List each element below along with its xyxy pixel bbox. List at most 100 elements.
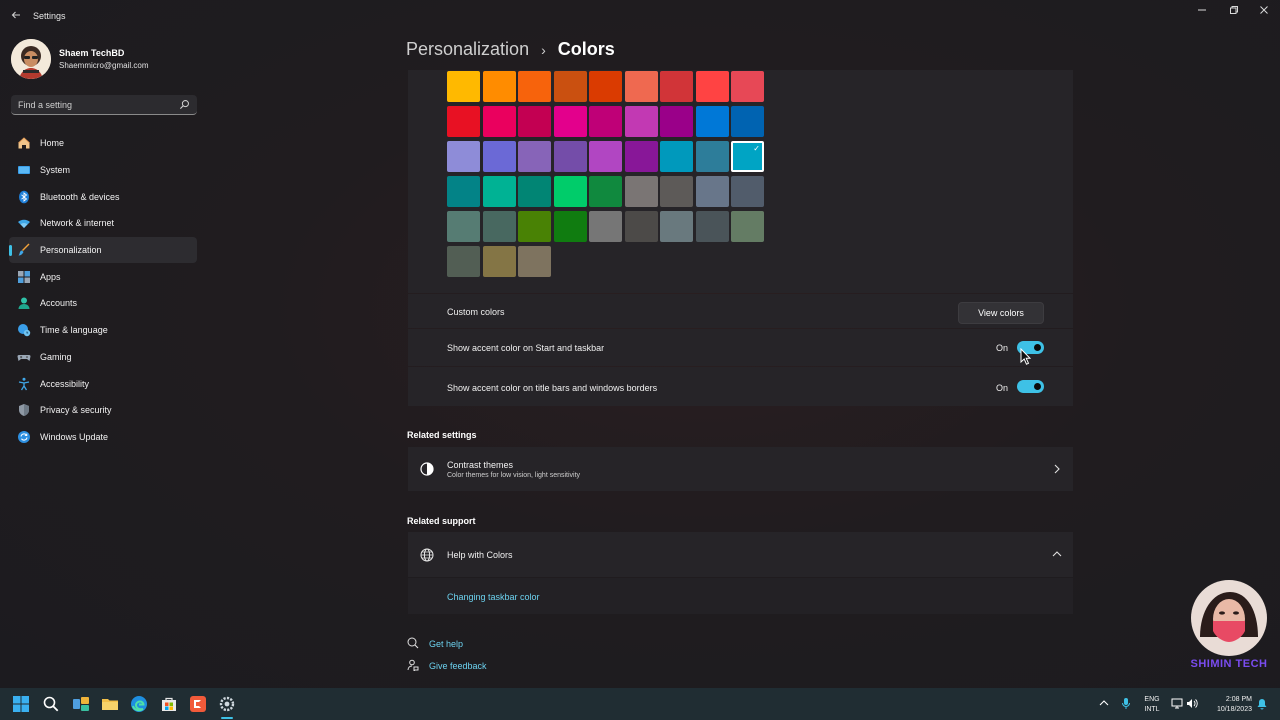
show-hidden-icons-icon[interactable] (1099, 699, 1109, 707)
clock-date[interactable]: 10/18/2023 (1206, 706, 1252, 713)
color-swatch[interactable] (731, 211, 764, 242)
color-swatch[interactable] (482, 141, 516, 172)
help-with-colors-card[interactable]: Help with Colors (408, 532, 1073, 577)
color-swatch[interactable] (589, 141, 622, 172)
sidebar-item-personalization[interactable]: Personalization (9, 236, 197, 264)
volume-icon[interactable] (1186, 698, 1198, 709)
title-bars-accent-toggle[interactable] (1017, 380, 1044, 393)
sidebar-item-windows-update[interactable]: Windows Update (9, 424, 197, 451)
color-swatch[interactable] (482, 246, 516, 277)
give-feedback-link[interactable]: Give feedback (429, 661, 487, 671)
color-swatch[interactable] (660, 211, 693, 242)
color-swatch[interactable] (553, 176, 587, 207)
avatar[interactable] (11, 39, 51, 79)
search-icon[interactable] (179, 99, 190, 110)
color-swatch[interactable] (731, 106, 764, 137)
related-settings-heading: Related settings (407, 430, 477, 440)
app-title: Settings (33, 11, 66, 21)
color-swatch[interactable] (447, 106, 480, 137)
color-swatch[interactable] (518, 71, 551, 102)
sidebar-item-bluetooth[interactable]: Bluetooth & devices (9, 183, 197, 210)
sidebar-item-system[interactable]: System (9, 157, 197, 184)
changing-taskbar-color-link[interactable]: Changing taskbar color (447, 592, 540, 602)
color-swatch[interactable] (447, 211, 480, 242)
restore-button[interactable] (1224, 5, 1244, 19)
color-swatch[interactable] (518, 246, 551, 277)
color-swatch[interactable] (553, 106, 587, 137)
sidebar-item-apps[interactable]: Apps (9, 263, 197, 290)
sidebar-item-home[interactable]: Home (9, 130, 197, 157)
color-swatch[interactable] (624, 141, 658, 172)
sidebar-item-gaming[interactable]: Gaming (9, 344, 197, 371)
color-swatch[interactable] (695, 141, 729, 172)
windows-start-icon[interactable] (12, 695, 30, 713)
sidebar-item-privacy[interactable]: Privacy & security (9, 397, 197, 424)
sidebar-item-accounts[interactable]: Accounts (9, 290, 197, 317)
sidebar-item-network[interactable]: Network & internet (9, 210, 197, 237)
color-swatch[interactable] (482, 176, 516, 207)
app-icon[interactable] (189, 695, 207, 713)
search-input[interactable] (18, 99, 178, 111)
color-swatch[interactable] (660, 71, 693, 102)
minimize-button[interactable] (1192, 5, 1212, 19)
clock-time[interactable]: 2:08 PM (1206, 696, 1252, 703)
color-swatch[interactable] (518, 141, 551, 172)
color-swatch[interactable] (660, 141, 693, 172)
close-button[interactable] (1254, 5, 1274, 19)
color-swatch[interactable] (660, 176, 693, 207)
sidebar-item-label: Network & internet (40, 218, 115, 229)
sidebar-item-accessibility[interactable]: Accessibility (9, 370, 197, 397)
taskbar-search-icon[interactable] (42, 695, 60, 713)
color-swatch[interactable] (660, 106, 693, 137)
color-swatch[interactable] (553, 71, 587, 102)
color-swatch[interactable] (731, 176, 764, 207)
search-box[interactable] (11, 95, 197, 115)
color-swatch[interactable] (731, 71, 764, 102)
color-swatch[interactable] (518, 106, 551, 137)
color-swatch[interactable] (589, 71, 622, 102)
breadcrumb-parent[interactable]: Personalization (406, 39, 529, 60)
color-swatch[interactable] (447, 246, 480, 277)
widgets-icon[interactable] (72, 695, 90, 713)
color-swatch[interactable] (447, 176, 480, 207)
color-swatch[interactable] (624, 71, 658, 102)
color-swatch[interactable] (589, 211, 622, 242)
microphone-icon[interactable] (1121, 697, 1131, 710)
sidebar-item-time-language[interactable]: Time & language (9, 317, 197, 344)
color-swatch[interactable] (624, 211, 658, 242)
related-support-heading: Related support (407, 516, 476, 526)
update-icon (17, 430, 31, 444)
color-swatch[interactable] (695, 176, 729, 207)
color-swatch[interactable] (589, 176, 622, 207)
color-swatch[interactable]: ✓ (731, 141, 764, 172)
view-colors-button[interactable]: View colors (958, 302, 1044, 324)
color-swatch[interactable] (624, 176, 658, 207)
bluetooth-icon (17, 190, 31, 204)
language-indicator-bottom[interactable]: INTL (1141, 706, 1163, 713)
notification-bell-icon[interactable] (1257, 698, 1267, 710)
microsoft-store-icon[interactable] (160, 695, 178, 713)
color-swatch[interactable] (589, 106, 622, 137)
color-swatch[interactable] (518, 211, 551, 242)
color-swatch[interactable] (482, 106, 516, 137)
color-swatch[interactable] (553, 141, 587, 172)
network-icon[interactable] (1171, 698, 1183, 709)
color-swatch[interactable] (447, 141, 480, 172)
get-help-link[interactable]: Get help (429, 639, 463, 649)
back-button[interactable] (8, 8, 24, 24)
contrast-themes-card[interactable]: Contrast themes Color themes for low vis… (408, 447, 1073, 491)
color-swatch[interactable] (695, 106, 729, 137)
color-swatch[interactable] (624, 106, 658, 137)
color-swatch[interactable] (553, 211, 587, 242)
color-swatch[interactable] (482, 71, 516, 102)
file-explorer-icon[interactable] (101, 695, 119, 713)
color-swatch[interactable] (695, 71, 729, 102)
language-indicator-top[interactable]: ENG (1141, 696, 1163, 703)
color-swatch[interactable] (695, 211, 729, 242)
back-arrow-icon (11, 11, 20, 19)
edge-browser-icon[interactable] (130, 695, 148, 713)
color-swatch[interactable] (447, 71, 480, 102)
settings-gear-icon[interactable] (218, 695, 236, 713)
color-swatch[interactable] (482, 211, 516, 242)
color-swatch[interactable] (518, 176, 551, 207)
